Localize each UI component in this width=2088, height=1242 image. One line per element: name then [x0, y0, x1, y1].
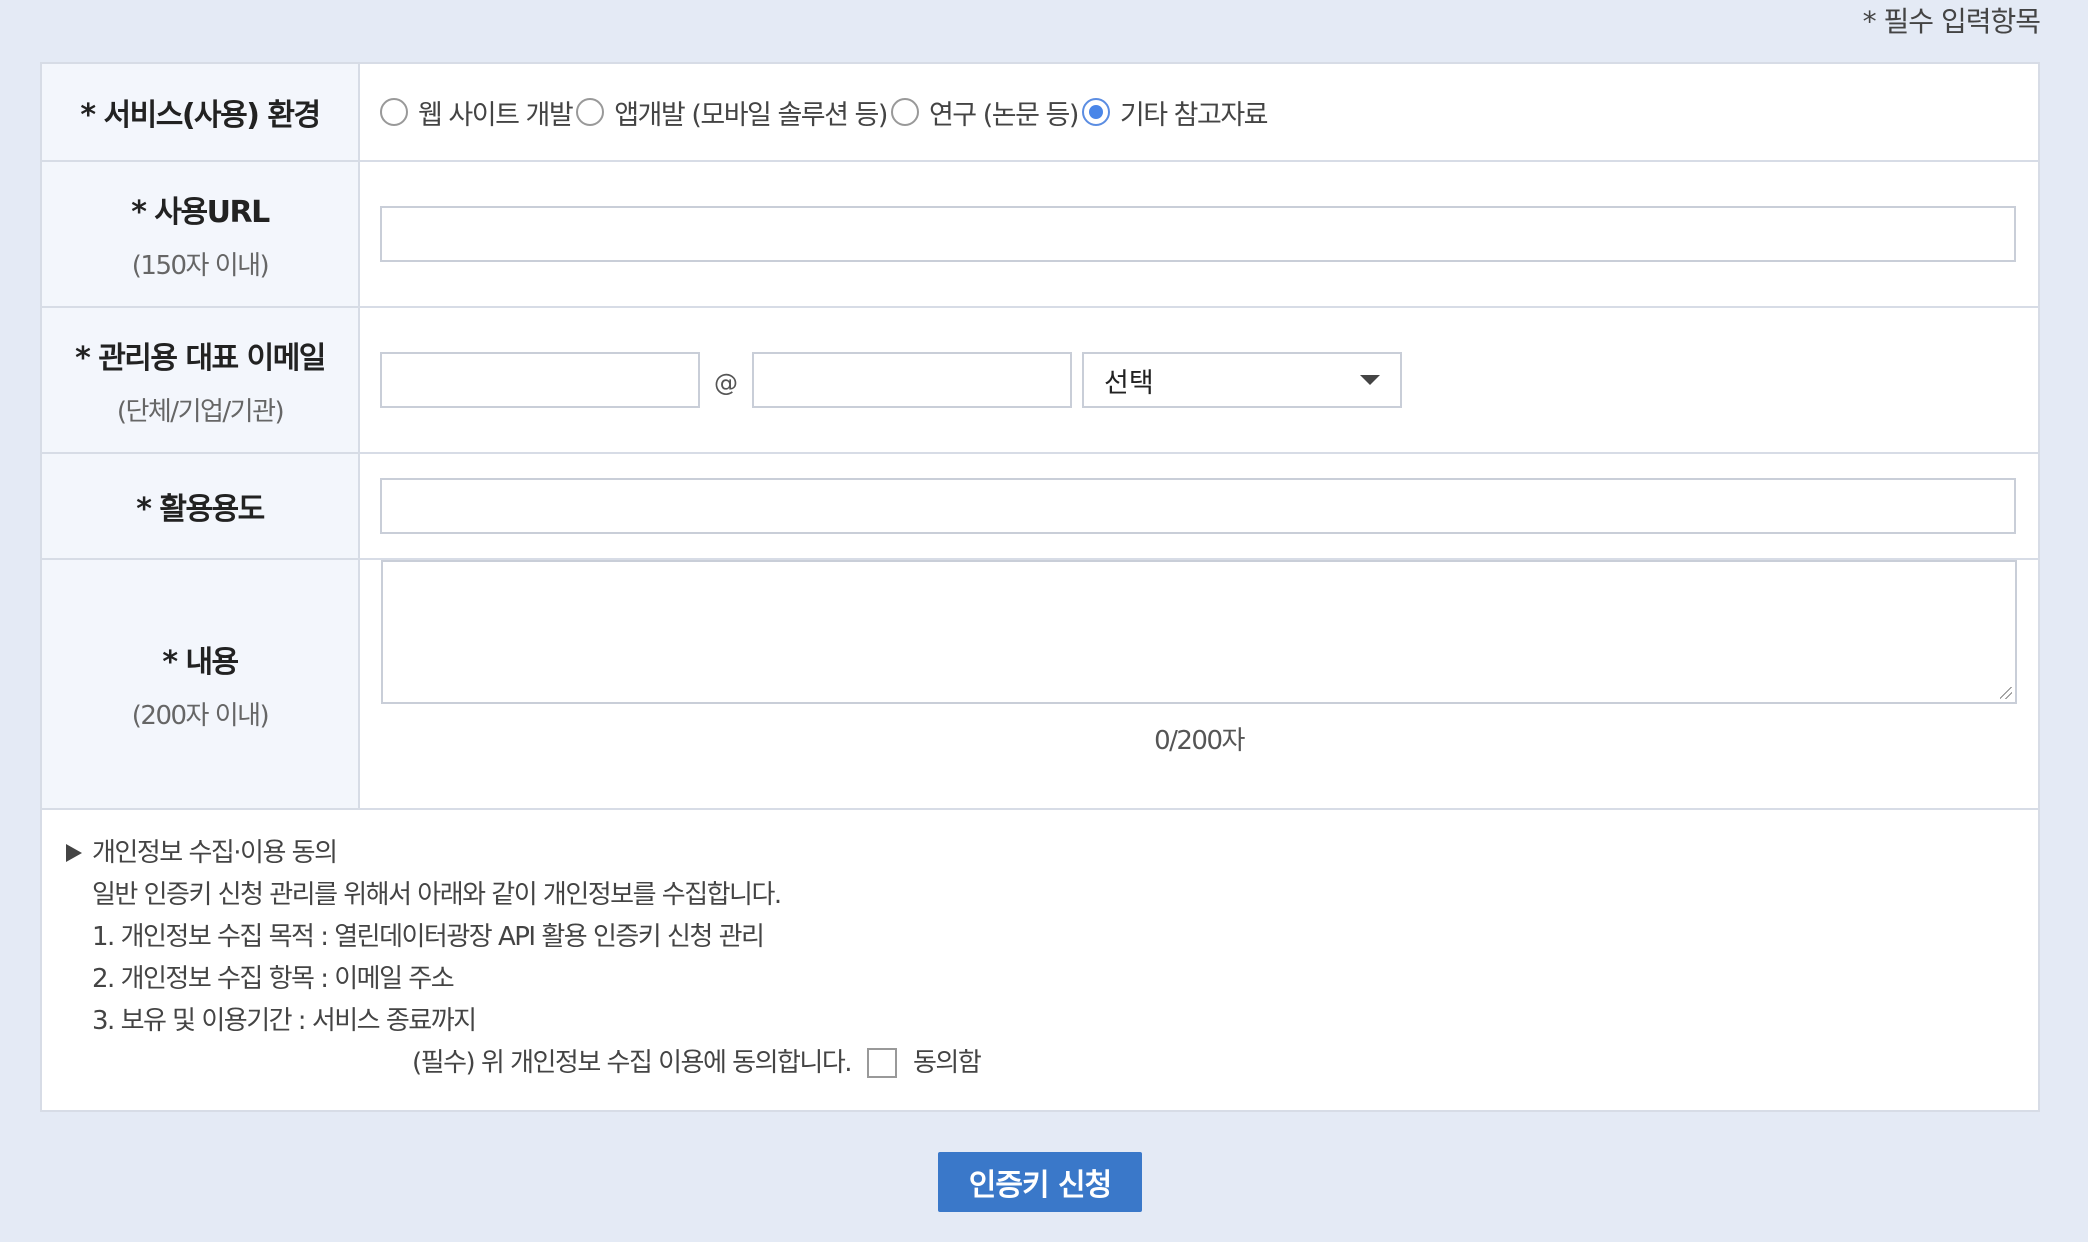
privacy-consent-section: 개인정보 수집·이용 동의 일반 인증키 신청 관리를 위해서 아래와 같이 개… — [42, 810, 2038, 1110]
label-cell: * 사용URL (150자 이내) — [42, 162, 360, 306]
usage-purpose-input[interactable] — [380, 478, 2016, 534]
email-at-sign: @ — [714, 369, 738, 397]
row-admin-email: * 관리용 대표 이메일 (단체/기업/기관) @ 선택 — [42, 308, 2038, 454]
privacy-item-fields: 2. 개인정보 수집 항목 : 이메일 주소 — [92, 964, 455, 994]
privacy-agree-label[interactable]: 동의함 — [913, 1042, 982, 1084]
usage-url-limit: (150자 이내) — [131, 250, 270, 281]
chevron-down-icon — [1360, 375, 1380, 385]
field-cell: 0/200자 — [360, 560, 2038, 808]
content-label: * 내용 — [162, 644, 239, 680]
field-cell — [360, 162, 2038, 306]
privacy-consent-heading: 개인정보 수집·이용 동의 — [66, 832, 2014, 874]
triangle-right-icon — [66, 844, 82, 862]
application-form-table: * 서비스(사용) 환경 웹 사이트 개발 앱개발 (모바일 솔루션 등) 연구… — [40, 62, 2040, 1112]
privacy-item-retention: 3. 보유 및 이용기간 : 서비스 종료까지 — [92, 1006, 477, 1036]
radio-app-dev[interactable]: 앱개발 (모바일 솔루션 등) — [576, 93, 888, 132]
label-cell: * 서비스(사용) 환경 — [42, 64, 360, 160]
radio-circle-checked[interactable] — [1081, 98, 1110, 126]
radio-web-site-label: 웹 사이트 개발 — [418, 99, 574, 131]
row-content: * 내용 (200자 이내) 0/200자 — [42, 560, 2038, 810]
request-auth-key-button[interactable]: 인증키 신청 — [938, 1152, 1142, 1212]
email-domain-select-value: 선택 — [1104, 367, 1154, 399]
email-domain-input[interactable] — [752, 352, 1072, 408]
application-form-page: * 필수 입력항목 * 서비스(사용) 환경 웹 사이트 개발 앱개발 (모바일… — [0, 0, 2088, 1242]
row-usage-purpose: * 활용용도 — [42, 454, 2038, 560]
character-counter: 0/200자 — [1154, 726, 1245, 756]
radio-web-site[interactable]: 웹 사이트 개발 — [380, 93, 574, 132]
privacy-agree-text: (필수) 위 개인정보 수집 이용에 동의합니다. — [412, 1048, 853, 1078]
field-cell: 웹 사이트 개발 앱개발 (모바일 솔루션 등) 연구 (논문 등) 기타 참고… — [360, 64, 2038, 160]
label-cell: * 관리용 대표 이메일 (단체/기업/기관) — [42, 308, 360, 452]
radio-circle[interactable] — [576, 98, 605, 126]
radio-app-dev-label: 앱개발 (모바일 솔루션 등) — [614, 99, 888, 131]
environment-radio-group: 웹 사이트 개발 앱개발 (모바일 솔루션 등) 연구 (논문 등) 기타 참고… — [380, 93, 1271, 132]
usage-purpose-label: * 활용용도 — [136, 492, 265, 527]
field-cell: @ 선택 — [360, 308, 2038, 452]
radio-other-reference[interactable]: 기타 참고자료 — [1081, 93, 1269, 132]
usage-url-label: * 사용URL — [131, 194, 270, 230]
privacy-agree-checkbox[interactable] — [867, 1048, 898, 1078]
email-local-input[interactable] — [380, 352, 700, 408]
admin-email-label: * 관리용 대표 이메일 — [75, 340, 326, 376]
privacy-consent-title: 개인정보 수집·이용 동의 — [92, 838, 338, 868]
radio-research-label: 연구 (논문 등) — [928, 99, 1079, 131]
privacy-agree-row: (필수) 위 개인정보 수집 이용에 동의합니다. 동의함 — [66, 1042, 2014, 1084]
usage-url-input[interactable] — [380, 206, 2016, 262]
label-cell: * 활용용도 — [42, 454, 360, 558]
radio-other-reference-label: 기타 참고자료 — [1119, 99, 1269, 131]
admin-email-sub: (단체/기업/기관) — [116, 396, 285, 427]
row-service-environment: * 서비스(사용) 환경 웹 사이트 개발 앱개발 (모바일 솔루션 등) 연구… — [42, 64, 2038, 162]
radio-circle[interactable] — [890, 98, 919, 126]
privacy-intro: 일반 인증키 신청 관리를 위해서 아래와 같이 개인정보를 수집합니다. — [92, 880, 782, 910]
service-environment-label: * 서비스(사용) 환경 — [80, 98, 321, 133]
resize-handle-icon[interactable] — [2000, 687, 2012, 699]
required-fields-note: * 필수 입력항목 — [1862, 5, 2041, 38]
radio-research[interactable]: 연구 (논문 등) — [890, 93, 1079, 132]
privacy-item-purpose: 1. 개인정보 수집 목적 : 열린데이터광장 API 활용 인증키 신청 관리 — [92, 922, 765, 952]
content-textarea[interactable] — [381, 560, 2017, 704]
row-usage-url: * 사용URL (150자 이내) — [42, 162, 2038, 308]
label-cell: * 내용 (200자 이내) — [42, 560, 360, 808]
radio-circle[interactable] — [380, 98, 408, 126]
content-limit: (200자 이내) — [131, 700, 270, 731]
field-cell — [360, 454, 2038, 558]
email-domain-select[interactable]: 선택 — [1082, 352, 1402, 408]
